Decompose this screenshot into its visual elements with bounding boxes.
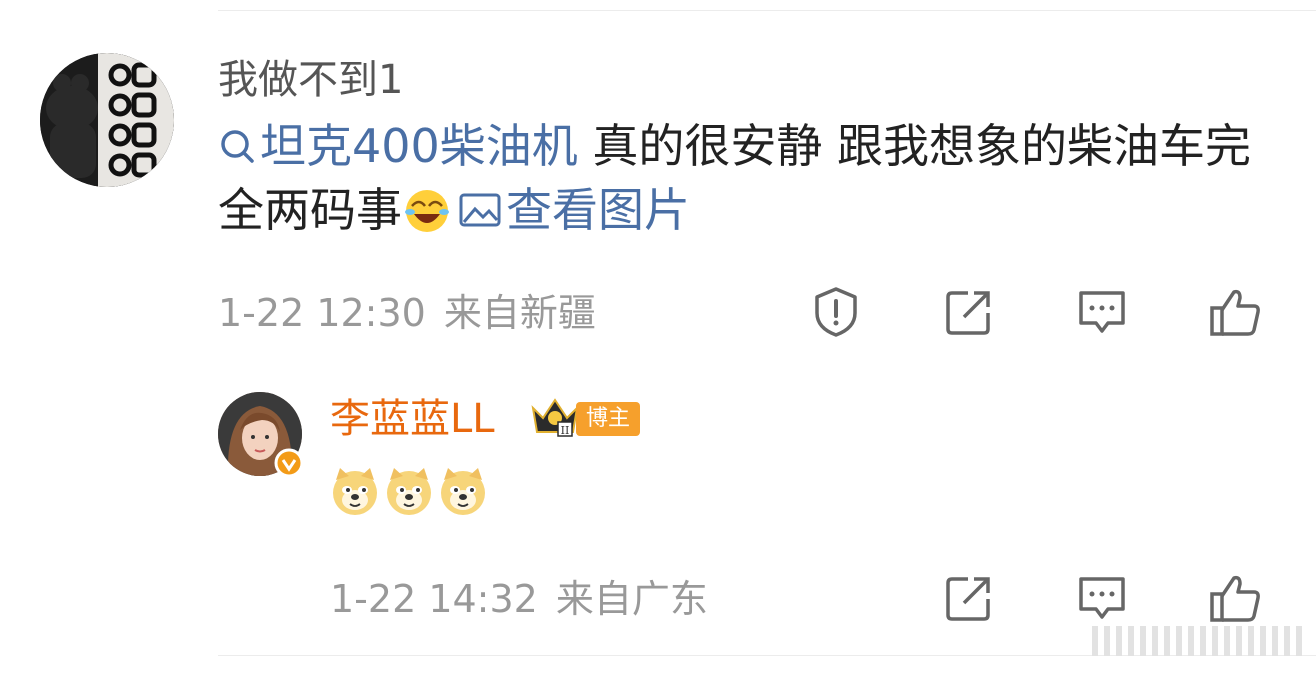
comment-icon: [1079, 577, 1125, 619]
image-icon: [458, 184, 502, 244]
reply-like-button[interactable]: [1205, 568, 1265, 628]
repost-icon: [946, 577, 990, 621]
reply-comment-button[interactable]: [1072, 568, 1132, 628]
verified-icon: [274, 448, 304, 478]
topic-link[interactable]: 坦克400柴油机: [218, 119, 578, 173]
comment-username[interactable]: 我做不到1: [218, 56, 403, 104]
reply-location: 来自广东: [555, 577, 708, 621]
reply-repost-button[interactable]: [939, 568, 999, 628]
reply-time: 1-22 14:32: [330, 577, 538, 621]
view-image-text: 查看图片: [506, 183, 690, 237]
doge-emoji: [384, 466, 434, 520]
crown-icon: II: [530, 396, 580, 442]
reply-content: [330, 466, 488, 520]
like-icon: [1210, 289, 1260, 336]
topic-link-text: 坦克400柴油机: [260, 119, 578, 173]
reply-meta: 1-22 14:32 来自广东: [330, 577, 708, 621]
blogger-badge: 博主: [576, 402, 641, 436]
like-button[interactable]: [1205, 282, 1265, 342]
doge-emoji: [330, 466, 380, 520]
watermark-bars: [1092, 620, 1312, 666]
laughing-emoji: [404, 188, 450, 248]
svg-text:II: II: [561, 424, 570, 437]
repost-button[interactable]: [939, 282, 999, 342]
reply-avatar[interactable]: [218, 392, 304, 478]
view-image-link[interactable]: 查看图片: [458, 183, 690, 237]
reply-username[interactable]: 李蓝蓝LL: [330, 395, 495, 443]
repost-icon: [946, 291, 990, 335]
comment-button[interactable]: [1072, 282, 1132, 342]
comment-content: 坦克400柴油机 真的很安静 跟我想象的柴油车完全两码事 查看图片: [218, 116, 1278, 248]
comment-icon: [1079, 291, 1125, 333]
top-divider: [218, 10, 1316, 11]
like-icon: [1210, 575, 1260, 622]
comment-location: 来自新疆: [443, 291, 596, 335]
report-button[interactable]: [806, 282, 866, 342]
search-icon: [218, 120, 256, 180]
comment-meta: 1-22 12:30 来自新疆: [218, 291, 596, 335]
comment-avatar[interactable]: [40, 53, 174, 187]
comment-time: 1-22 12:30: [218, 291, 426, 335]
report-icon: [815, 287, 857, 337]
doge-emoji: [438, 466, 488, 520]
